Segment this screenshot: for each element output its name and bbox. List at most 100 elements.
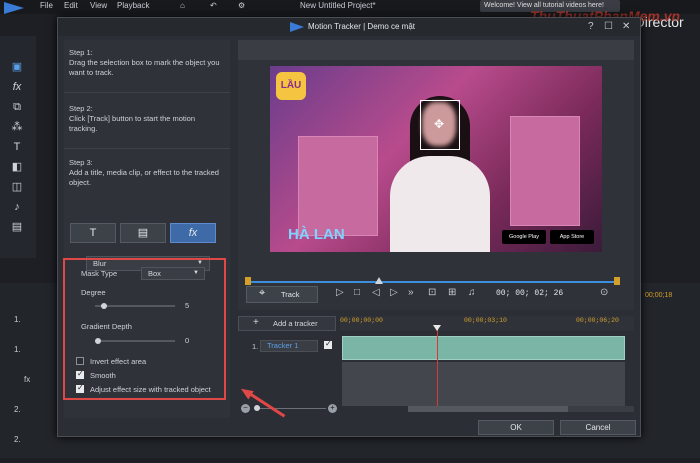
stop-icon[interactable]: □ (354, 287, 360, 298)
zoom-slider[interactable] (254, 408, 326, 409)
title-icon: T (89, 227, 97, 239)
zoom-out-icon[interactable]: − (241, 404, 250, 413)
preview-scrubber[interactable] (248, 281, 618, 283)
degree-label: Degree (81, 288, 106, 297)
media-icon: ▤ (137, 227, 149, 239)
mask-type-label: Mask Type (81, 269, 118, 278)
step-2: Step 2: Click [Track] button to start th… (69, 104, 225, 134)
gradient-depth-value: 0 (185, 336, 190, 345)
mark-icon[interactable]: ⊞ (448, 287, 456, 298)
scrubber-head[interactable] (375, 277, 383, 284)
step-3: Step 3: Add a title, media clip, or effe… (69, 158, 225, 188)
left-toolbar: ▣ fx ⧉ ⁂ T ◧ ◫ ♪ ▤ (0, 36, 36, 258)
tracker-index: 1. (252, 342, 259, 351)
title-room-icon[interactable]: T (10, 140, 24, 154)
smooth-label: Smooth (90, 371, 116, 380)
adjust-size-label: Adjust effect size with tracked object (90, 385, 211, 394)
fullscreen-icon[interactable]: ⊙ (600, 287, 608, 298)
app-store-badge: App Store (550, 230, 594, 244)
zoom-thumb[interactable] (254, 405, 260, 411)
google-play-badge: Google Play (502, 230, 546, 244)
menu-edit[interactable]: Edit (64, 1, 78, 10)
playhead[interactable] (437, 326, 438, 406)
video-preview[interactable]: LẦU HÀ LAN Google Play App Store ✥ (270, 66, 602, 252)
track-row[interactable]: 1. (0, 315, 60, 343)
dialog-titlebar[interactable]: Motion Tracker | Demo ce mật ? ☐ ✕ (58, 18, 640, 36)
menu-view[interactable]: View (90, 1, 107, 10)
track-row[interactable]: fx (0, 375, 60, 403)
step-heading: Step 1: (69, 48, 93, 57)
invert-effect-label: Invert effect area (90, 357, 147, 366)
slider-thumb[interactable] (95, 338, 101, 344)
adjust-size-checkbox[interactable] (76, 383, 84, 393)
degree-slider[interactable] (95, 303, 175, 309)
close-icon[interactable]: ✕ (622, 21, 630, 32)
settings-icon[interactable]: ⚙ (238, 1, 245, 10)
voiceover-icon[interactable]: ♪ (10, 200, 24, 214)
tracker-enable-checkbox[interactable] (324, 339, 332, 349)
tracker-name-field[interactable]: Tracker 1 (260, 340, 318, 352)
playback-controls: ⌖ Track ▷ □ ◁ ▷ » ⊡ ⊞ ♫ 00; 00; 02; 26 ⊙ (238, 284, 634, 306)
add-tracker-button[interactable]: + Add a tracker (238, 316, 336, 331)
timeline-ruler-label: 00;00;18 (645, 292, 673, 299)
tracker-empty-lane (342, 362, 625, 406)
media-room-icon[interactable]: ▣ (10, 60, 24, 74)
gradient-depth-label: Gradient Depth (81, 322, 132, 331)
fx-room-icon[interactable]: fx (10, 80, 24, 94)
divider (64, 148, 230, 149)
maximize-icon[interactable]: ☐ (604, 21, 613, 32)
ok-button[interactable]: OK (478, 420, 554, 435)
mask-type-value: Box (148, 269, 161, 278)
playhead-handle[interactable] (433, 325, 441, 331)
track-row[interactable]: 2. (0, 435, 60, 463)
undo-icon[interactable]: ↶ (210, 1, 217, 10)
cancel-button[interactable]: Cancel (560, 420, 636, 435)
add-title-button[interactable]: T (70, 223, 116, 243)
tracker-clip[interactable] (342, 336, 625, 360)
save-icon[interactable]: ⌂ (180, 1, 185, 10)
smooth-checkbox[interactable] (76, 369, 84, 379)
transition-room-icon[interactable]: ◧ (10, 160, 24, 174)
horizontal-scrollbar[interactable] (408, 406, 634, 412)
track-row[interactable]: 1. (0, 345, 60, 373)
scrollbar-thumb[interactable] (408, 406, 568, 412)
add-tracker-label: Add a tracker (273, 319, 318, 328)
motion-tracker-dialog: Motion Tracker | Demo ce mật ? ☐ ✕ Step … (57, 17, 641, 437)
step-text: Click [Track] button to start the motion… (69, 114, 196, 133)
audio-mixing-icon[interactable]: ◫ (10, 180, 24, 194)
add-media-button[interactable]: ▤ (120, 223, 166, 243)
pip-room-icon[interactable]: ⧉ (10, 100, 24, 114)
degree-value: 5 (185, 301, 190, 310)
volume-icon[interactable]: ♫ (468, 287, 476, 298)
zoom-in-icon[interactable]: + (328, 404, 337, 413)
track-row[interactable]: 2. (0, 405, 60, 433)
cyberlink-logo-icon (4, 2, 24, 14)
particle-room-icon[interactable]: ⁂ (10, 120, 24, 134)
dialog-title: Motion Tracker | Demo ce mật (308, 22, 415, 31)
step-text: Drag the selection box to mark the objec… (69, 58, 220, 77)
crosshair-icon[interactable]: ✥ (434, 117, 444, 131)
chapter-icon[interactable]: ▤ (10, 220, 24, 234)
menu-file[interactable]: File (40, 1, 53, 10)
mask-type-dropdown[interactable]: Box ▼ (141, 267, 205, 280)
snapshot-icon[interactable]: ⊡ (428, 287, 436, 298)
ruler-label: 00;00;06;20 (576, 317, 619, 324)
invert-effect-checkbox[interactable] (76, 357, 84, 365)
tracker-ruler[interactable]: 00;00;00;00 00;00;03;10 00;00;06;20 (340, 316, 634, 331)
menu-playback[interactable]: Playback (117, 1, 149, 10)
add-effect-button[interactable]: fx (170, 223, 216, 243)
zoom-control: − + (238, 404, 338, 414)
prev-frame-icon[interactable]: ◁ (372, 287, 380, 298)
fast-forward-icon[interactable]: » (408, 287, 414, 298)
next-frame-icon[interactable]: ▷ (390, 287, 398, 298)
neon-sign: HÀ LAN (288, 226, 345, 243)
step-heading: Step 3: (69, 158, 93, 167)
track-label: Track (281, 290, 300, 299)
play-icon[interactable]: ▷ (336, 287, 344, 298)
timecode: 00; 00; 02; 26 (496, 289, 564, 298)
slider-thumb[interactable] (100, 303, 107, 309)
step-1: Step 1: Drag the selection box to mark t… (69, 48, 225, 78)
help-icon[interactable]: ? (588, 21, 594, 32)
track-button[interactable]: ⌖ Track (246, 286, 318, 303)
gradient-depth-slider[interactable] (95, 338, 175, 344)
